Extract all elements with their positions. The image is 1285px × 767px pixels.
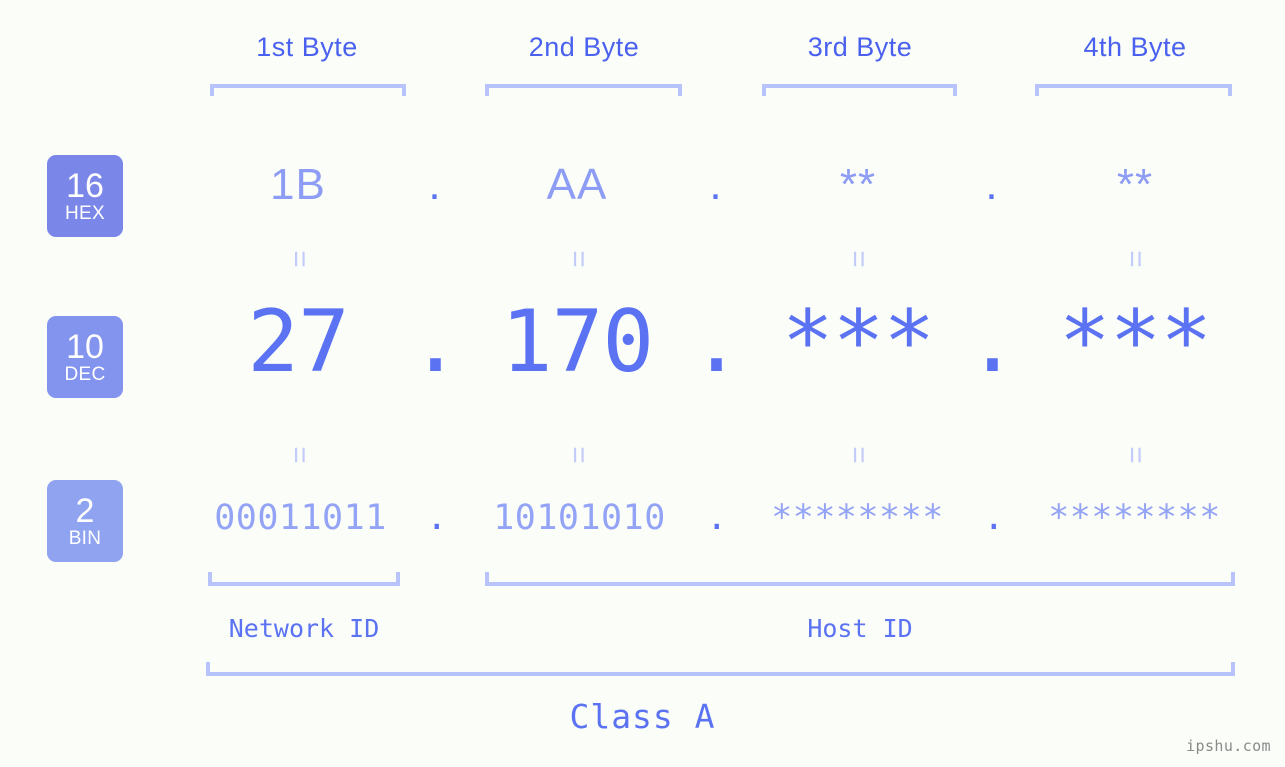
equals-separator-1-hex-dec: = <box>283 250 316 268</box>
byte-header-3: 3rd Byte <box>807 32 913 62</box>
hex-byte-1: 1B <box>270 160 326 209</box>
equals-separator-1-dec-bin: = <box>283 446 316 464</box>
byte-bracket-3 <box>762 84 957 96</box>
dec-byte-3: *** <box>781 292 935 392</box>
byte-bracket-4 <box>1035 84 1232 96</box>
dec-value-row: 27 . 170 . *** . *** <box>0 292 1285 402</box>
bin-dot-3: . <box>983 498 1005 538</box>
host-id-label: Host ID <box>807 614 913 643</box>
hex-dot-1: . <box>428 160 442 209</box>
equals-separator-2-hex-dec: = <box>562 250 595 268</box>
dec-byte-4: *** <box>1058 292 1212 392</box>
byte-bracket-2 <box>485 84 682 96</box>
ip-breakdown-diagram: 1st Byte 2nd Byte 3rd Byte 4th Byte 16 H… <box>0 0 1285 767</box>
dec-dot-3: . <box>966 292 1019 392</box>
dec-dot-2: . <box>690 292 743 392</box>
host-id-bracket <box>485 572 1235 586</box>
equals-separator-4-dec-bin: = <box>1119 446 1152 464</box>
bin-byte-2: 10101010 <box>493 498 666 538</box>
dec-dot-1: . <box>409 292 462 392</box>
bin-byte-4: ******** <box>1048 498 1221 538</box>
bin-byte-3: ******** <box>771 498 944 538</box>
network-id-bracket <box>208 572 400 586</box>
hex-byte-3: ** <box>839 160 877 209</box>
bin-dot-1: . <box>426 498 448 538</box>
hex-dot-2: . <box>709 160 723 209</box>
equals-separator-3-dec-bin: = <box>842 446 875 464</box>
byte-header-2: 2nd Byte <box>528 32 640 62</box>
equals-separator-3-hex-dec: = <box>842 250 875 268</box>
hex-value-row: 1B . AA . ** . ** <box>0 160 1285 220</box>
site-watermark: ipshu.com <box>1186 737 1271 755</box>
byte-header-4: 4th Byte <box>1083 32 1187 62</box>
equals-separator-2-dec-bin: = <box>562 446 595 464</box>
class-bracket <box>206 662 1235 676</box>
bin-dot-2: . <box>706 498 728 538</box>
bin-byte-1: 00011011 <box>214 498 387 538</box>
dec-byte-1: 27 <box>247 292 350 392</box>
class-label: Class A <box>569 697 716 736</box>
network-id-label: Network ID <box>228 614 380 643</box>
byte-header-1: 1st Byte <box>256 32 358 62</box>
byte-bracket-1 <box>210 84 406 96</box>
hex-dot-3: . <box>985 160 999 209</box>
hex-byte-4: ** <box>1116 160 1154 209</box>
equals-separator-4-hex-dec: = <box>1119 250 1152 268</box>
dec-byte-2: 170 <box>500 292 654 392</box>
hex-byte-2: AA <box>546 160 608 209</box>
bin-value-row: 00011011 . 10101010 . ******** . *******… <box>0 498 1285 548</box>
